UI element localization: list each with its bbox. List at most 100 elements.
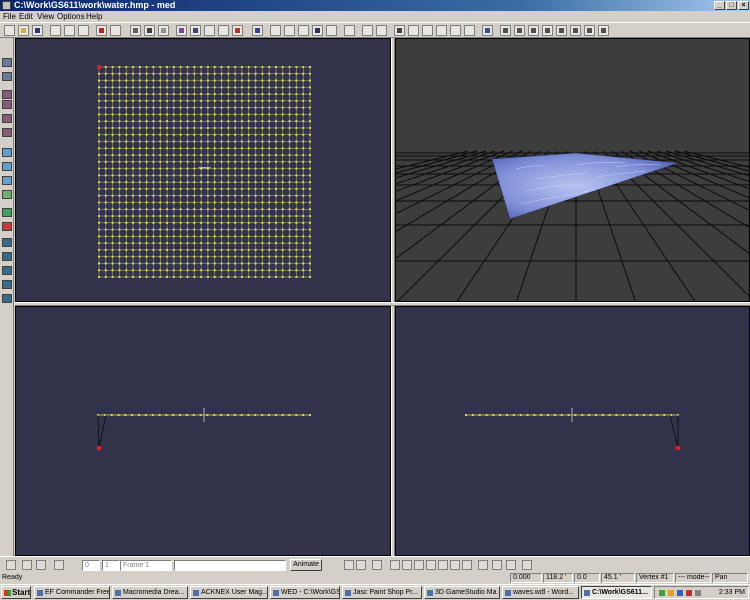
mesh-vertex[interactable] — [145, 126, 148, 129]
mesh-vertex[interactable] — [213, 113, 216, 116]
mesh-vertex[interactable] — [227, 86, 230, 89]
mesh-vertex[interactable] — [172, 235, 175, 238]
mesh-vertex[interactable] — [213, 269, 216, 272]
mesh-vertex[interactable] — [247, 106, 250, 109]
mesh-vertex[interactable] — [240, 72, 243, 75]
mesh-vertex[interactable] — [274, 221, 277, 224]
mesh-vertex[interactable] — [111, 255, 114, 258]
mesh-vertex[interactable] — [240, 160, 243, 163]
mesh-vertex[interactable] — [152, 79, 155, 82]
mesh-vertex[interactable] — [159, 181, 162, 184]
mesh-vertex[interactable] — [302, 126, 305, 129]
mesh-vertex[interactable] — [166, 208, 169, 211]
mesh-vertex[interactable] — [98, 248, 100, 251]
mesh-vertex[interactable] — [104, 160, 107, 163]
mesh-vertex[interactable] — [125, 228, 128, 231]
mesh-vertex[interactable] — [145, 235, 148, 238]
mesh-vertex[interactable] — [152, 147, 155, 150]
mesh-vertex[interactable] — [288, 255, 291, 258]
zoom-out-icon[interactable] — [450, 560, 460, 570]
mesh-vertex[interactable] — [132, 120, 135, 123]
mesh-vertex[interactable] — [281, 187, 284, 190]
mesh-vertex[interactable] — [179, 160, 182, 163]
mesh-vertex[interactable] — [213, 174, 216, 177]
mesh-vertex[interactable] — [104, 113, 107, 116]
mesh-vertex[interactable] — [118, 154, 121, 157]
mesh-vertex[interactable] — [186, 99, 189, 102]
mesh-vertex[interactable] — [159, 242, 162, 245]
unlink-icon[interactable] — [492, 560, 502, 570]
mesh-vertex[interactable] — [166, 228, 169, 231]
mesh-vertex[interactable] — [227, 221, 230, 224]
mesh-vertex[interactable] — [186, 86, 189, 89]
scale-icon[interactable] — [218, 25, 229, 36]
mesh-vertex[interactable] — [274, 248, 277, 251]
pin-icon[interactable] — [402, 560, 412, 570]
mesh-vertex[interactable] — [132, 228, 135, 231]
mesh-vertex[interactable] — [193, 194, 196, 197]
mesh-vertex[interactable] — [159, 208, 162, 211]
mesh-vertex[interactable] — [281, 262, 284, 265]
mesh-vertex[interactable] — [295, 242, 298, 245]
mesh-vertex[interactable] — [145, 99, 148, 102]
mesh-vertex[interactable] — [125, 86, 128, 89]
mesh-vertex[interactable] — [98, 133, 100, 136]
view-mode-icon[interactable] — [130, 25, 141, 36]
mesh-vertex[interactable] — [274, 242, 277, 245]
mesh-vertex[interactable] — [302, 167, 305, 170]
mesh-vertex[interactable] — [574, 414, 577, 416]
layout-h-icon[interactable] — [376, 25, 387, 36]
mesh-vertex[interactable] — [132, 86, 135, 89]
mesh-vertex[interactable] — [179, 106, 182, 109]
mesh-vertex[interactable] — [261, 93, 264, 96]
mesh-vertex[interactable] — [125, 201, 128, 204]
mesh-vertex[interactable] — [254, 66, 257, 68]
mesh-vertex[interactable] — [288, 120, 291, 123]
mesh-vertex[interactable] — [104, 106, 107, 109]
mesh-vertex[interactable] — [220, 208, 223, 211]
mesh-vertex[interactable] — [199, 414, 202, 416]
mesh-vertex[interactable] — [309, 181, 311, 184]
mesh-vertex[interactable] — [138, 133, 141, 136]
mesh-vertex[interactable] — [186, 140, 189, 143]
mesh-vertex[interactable] — [281, 242, 284, 245]
mesh-vertex[interactable] — [274, 154, 277, 157]
mesh-vertex[interactable] — [111, 201, 114, 204]
mesh-vertex[interactable] — [247, 140, 250, 143]
tray-misc-icon[interactable] — [695, 590, 701, 596]
mesh-vertex[interactable] — [125, 79, 128, 82]
mesh-vertex[interactable] — [145, 187, 148, 190]
mesh-vertex[interactable] — [152, 221, 155, 224]
mesh-vertex[interactable] — [118, 255, 121, 258]
mesh-vertex[interactable] — [309, 255, 311, 258]
mesh-vertex[interactable] — [295, 66, 298, 68]
mesh-vertex[interactable] — [98, 140, 100, 143]
mesh-vertex[interactable] — [132, 79, 135, 82]
mesh-vertex[interactable] — [206, 160, 209, 163]
mesh-vertex[interactable] — [185, 414, 188, 416]
mesh-vertex[interactable] — [240, 235, 243, 238]
mesh-vertex[interactable] — [309, 248, 311, 251]
mesh-vertex[interactable] — [200, 120, 203, 123]
mesh-vertex[interactable] — [125, 126, 128, 129]
mesh-vertex[interactable] — [220, 147, 223, 150]
mesh-vertex[interactable] — [118, 201, 121, 204]
mesh-vertex[interactable] — [206, 187, 209, 190]
mesh-vertex[interactable] — [125, 99, 128, 102]
mesh-vertex[interactable] — [206, 262, 209, 265]
mesh-vertex[interactable] — [254, 174, 257, 177]
mesh-vertex[interactable] — [138, 154, 141, 157]
mesh-vertex[interactable] — [288, 187, 291, 190]
mesh-vertex[interactable] — [186, 187, 189, 190]
mesh-vertex[interactable] — [240, 79, 243, 82]
mesh-vertex[interactable] — [227, 255, 230, 258]
mesh-vertex[interactable] — [145, 167, 148, 170]
mesh-vertex[interactable] — [213, 235, 216, 238]
mesh-vertex[interactable] — [179, 228, 182, 231]
cut-icon[interactable] — [50, 25, 61, 36]
mesh-vertex[interactable] — [159, 215, 162, 218]
mesh-vertex[interactable] — [138, 221, 141, 224]
mesh-vertex[interactable] — [206, 215, 209, 218]
mesh-vertex[interactable] — [281, 140, 284, 143]
mesh-vertex[interactable] — [295, 174, 298, 177]
